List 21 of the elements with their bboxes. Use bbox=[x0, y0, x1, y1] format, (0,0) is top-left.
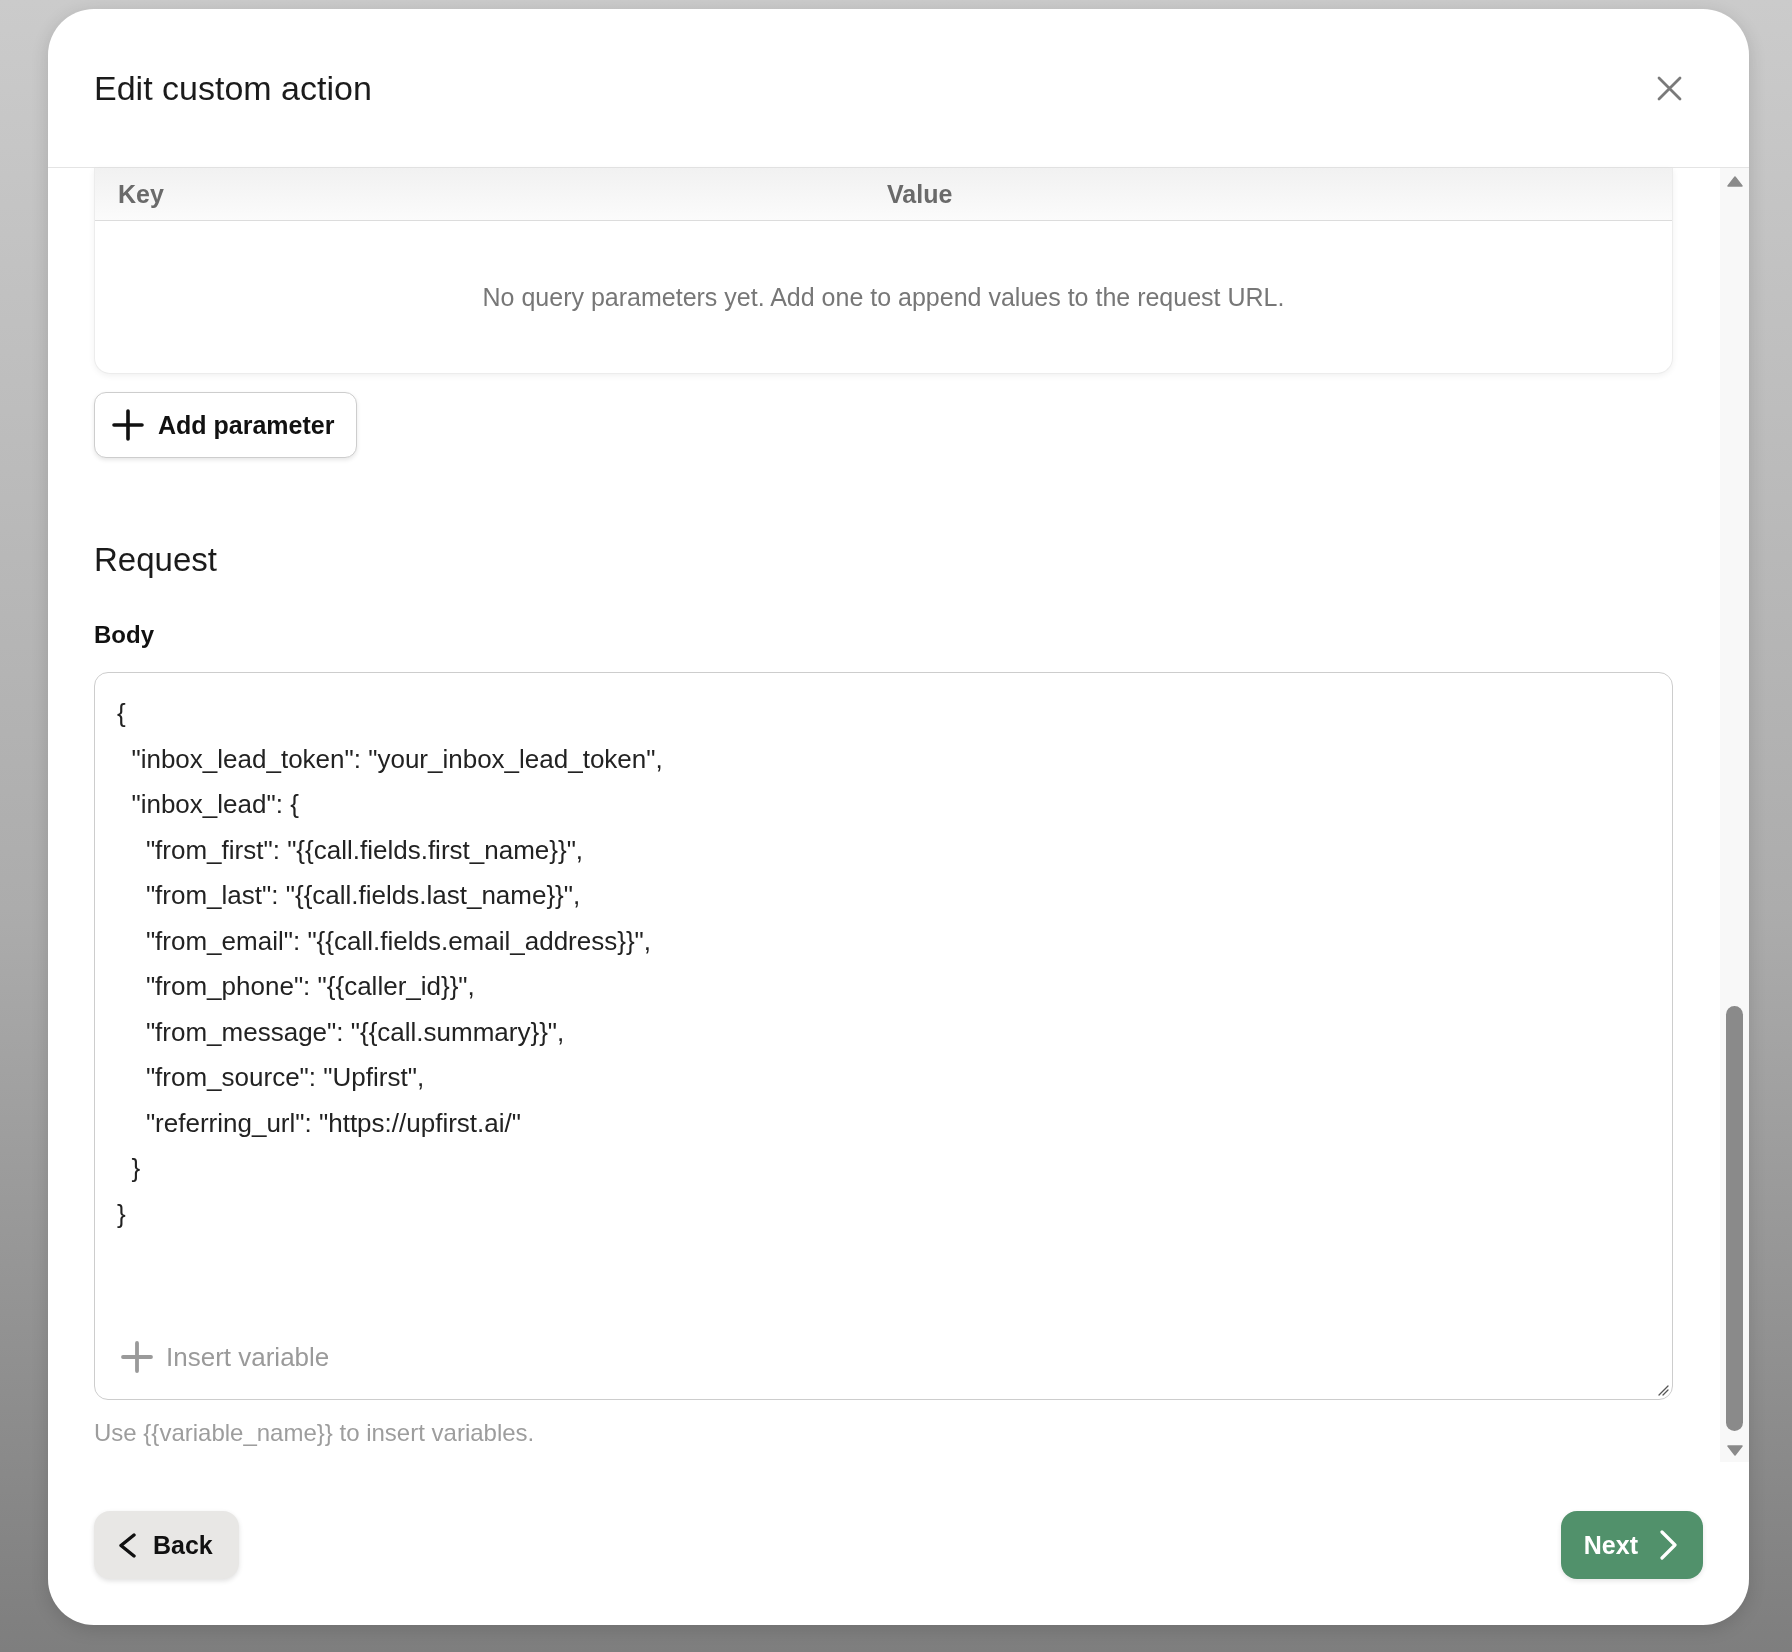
section-heading: Request bbox=[94, 540, 217, 580]
back-button[interactable]: Back bbox=[94, 1511, 239, 1579]
field-label: Body bbox=[94, 620, 154, 650]
resize-handle-icon[interactable] bbox=[1658, 1385, 1669, 1396]
scroll-up-arrow-icon[interactable] bbox=[1726, 176, 1743, 187]
column-header: Value bbox=[887, 179, 953, 209]
plus-icon bbox=[112, 409, 144, 441]
chevron-left-icon bbox=[118, 1532, 136, 1558]
close-icon bbox=[1657, 75, 1682, 101]
column-header: Key bbox=[118, 179, 164, 209]
next-button[interactable]: Next bbox=[1560, 1511, 1703, 1579]
chevron-right-icon bbox=[1660, 1530, 1677, 1560]
add-parameter-button[interactable]: Add parameter bbox=[94, 392, 358, 458]
plus-icon bbox=[121, 1341, 153, 1373]
empty-state-message: No query parameters yet. Add one to append values to the request URL. bbox=[482, 282, 1285, 312]
json-body-text: { "inbox_lead_token": "your_inbox_lead_token", "inbox_lead": { "from_first": "{{call.fields.first_name}}", "from_last": "{{call.fields.last_name}}", "from_email": "{{call.fields.email_address}}", "from_phone": "{{caller_id}}", "from_message": "{{call.summary}}", "from_source": "Upfirst", "referring_url": "https://upfirst.ai/" } } bbox=[117, 697, 663, 1231]
dialog-title: Edit custom action bbox=[94, 68, 372, 108]
close-button[interactable] bbox=[1657, 75, 1682, 101]
scroll-down-arrow-icon[interactable] bbox=[1726, 1445, 1743, 1456]
helper-text: Use {{variable_name}} to insert variables. bbox=[94, 1418, 535, 1448]
scrollbar-thumb[interactable] bbox=[1726, 1006, 1743, 1431]
